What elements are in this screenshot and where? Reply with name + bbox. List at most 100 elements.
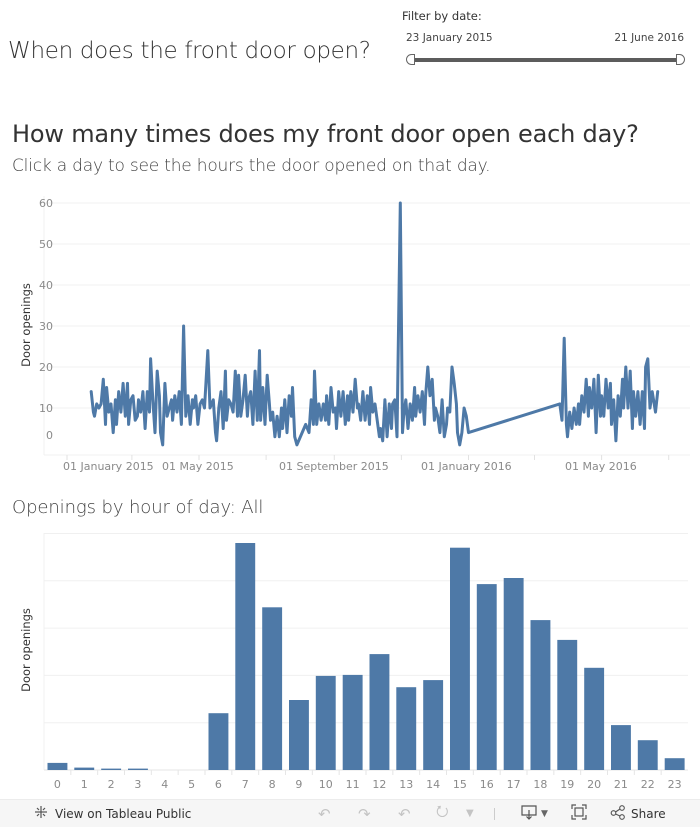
- line-data-point[interactable]: [224, 370, 227, 373]
- line-data-point[interactable]: [359, 419, 362, 422]
- line-data-point[interactable]: [163, 382, 166, 385]
- line-data-point[interactable]: [624, 366, 627, 369]
- line-data-point[interactable]: [344, 423, 347, 426]
- line-data-point[interactable]: [573, 407, 576, 410]
- line-data-point[interactable]: [399, 202, 402, 205]
- line-data-point[interactable]: [127, 423, 130, 426]
- line-data-point[interactable]: [117, 390, 120, 393]
- line-data-point[interactable]: [170, 398, 173, 401]
- line-data-point[interactable]: [342, 390, 345, 393]
- line-data-point[interactable]: [242, 398, 245, 401]
- line-data-point[interactable]: [654, 411, 657, 414]
- line-data-point[interactable]: [438, 431, 441, 434]
- bar-hour-13[interactable]: [396, 687, 417, 770]
- line-data-point[interactable]: [627, 407, 630, 410]
- bar-hour-18[interactable]: [530, 620, 551, 770]
- line-data-point[interactable]: [467, 431, 470, 434]
- line-data-point[interactable]: [434, 407, 437, 410]
- share-button[interactable]: Share: [610, 800, 666, 827]
- line-data-point[interactable]: [619, 415, 622, 418]
- line-data-point[interactable]: [599, 415, 602, 418]
- line-data-point[interactable]: [436, 415, 439, 418]
- line-data-point[interactable]: [239, 415, 242, 418]
- line-data-point[interactable]: [251, 423, 254, 426]
- line-data-point[interactable]: [246, 415, 249, 418]
- bar-hour-3[interactable]: [128, 768, 148, 770]
- line-data-point[interactable]: [368, 423, 371, 426]
- line-data-point[interactable]: [176, 411, 179, 414]
- line-data-point[interactable]: [93, 415, 96, 418]
- line-data-point[interactable]: [100, 402, 103, 405]
- line-data-point[interactable]: [453, 382, 456, 385]
- line-data-point[interactable]: [374, 402, 377, 405]
- line-data-point[interactable]: [339, 415, 342, 418]
- line-data-point[interactable]: [308, 431, 311, 434]
- line-data-point[interactable]: [443, 435, 446, 438]
- bar-hour-14[interactable]: [423, 680, 444, 770]
- daily-openings-line-chart[interactable]: 0 10 20 30 40 50 60 01 January 2015 01 May 2015…: [0, 190, 700, 480]
- line-data-point[interactable]: [247, 398, 250, 401]
- line-data-point[interactable]: [636, 390, 639, 393]
- line-data-point[interactable]: [194, 394, 197, 397]
- line-data-point[interactable]: [575, 423, 578, 426]
- line-data-point[interactable]: [441, 398, 444, 401]
- line-data-point[interactable]: [416, 394, 419, 397]
- line-data-point[interactable]: [278, 435, 281, 438]
- line-data-point[interactable]: [124, 415, 127, 418]
- bar-hour-9[interactable]: [289, 700, 309, 770]
- line-data-point[interactable]: [558, 402, 561, 405]
- bar-hour-12[interactable]: [369, 654, 390, 770]
- line-data-point[interactable]: [261, 386, 264, 389]
- line-data-point[interactable]: [269, 419, 272, 422]
- line-data-point[interactable]: [622, 407, 625, 410]
- bar-hour-15[interactable]: [450, 547, 470, 770]
- line-data-point[interactable]: [448, 411, 451, 414]
- line-data-point[interactable]: [585, 378, 588, 381]
- line-data-point[interactable]: [445, 423, 448, 426]
- line-data-point[interactable]: [232, 411, 235, 414]
- line-data-point[interactable]: [610, 423, 613, 426]
- line-data-point[interactable]: [465, 415, 468, 418]
- line-data-point[interactable]: [390, 427, 393, 430]
- bar-hour-20[interactable]: [584, 667, 605, 770]
- line-data-point[interactable]: [273, 435, 276, 438]
- line-data-point[interactable]: [426, 366, 429, 369]
- line-data-point[interactable]: [104, 423, 107, 426]
- line-data-point[interactable]: [149, 357, 152, 360]
- undo-button[interactable]: ↶: [318, 800, 331, 827]
- slider-start-handle[interactable]: [406, 54, 415, 65]
- line-data-point[interactable]: [203, 407, 206, 410]
- line-data-point[interactable]: [126, 382, 129, 385]
- line-data-point[interactable]: [214, 431, 217, 434]
- line-data-point[interactable]: [600, 394, 603, 397]
- line-data-point[interactable]: [268, 402, 271, 405]
- line-data-point[interactable]: [212, 398, 215, 401]
- refresh-dropdown-button[interactable]: ▼: [466, 800, 474, 827]
- line-data-point[interactable]: [629, 370, 632, 373]
- line-data-point[interactable]: [281, 427, 284, 430]
- line-data-point[interactable]: [632, 390, 635, 393]
- line-data-point[interactable]: [129, 398, 132, 401]
- line-data-point[interactable]: [460, 431, 463, 434]
- line-data-point[interactable]: [136, 415, 139, 418]
- line-data-point[interactable]: [455, 402, 458, 405]
- line-data-point[interactable]: [256, 419, 259, 422]
- line-data-point[interactable]: [259, 419, 262, 422]
- line-data-point[interactable]: [134, 419, 137, 422]
- line-data-point[interactable]: [189, 423, 192, 426]
- line-data-point[interactable]: [402, 415, 405, 418]
- line-data-point[interactable]: [578, 423, 581, 426]
- line-data-point[interactable]: [266, 374, 269, 377]
- line-data-point[interactable]: [621, 378, 624, 381]
- line-data-point[interactable]: [148, 411, 151, 414]
- line-data-point[interactable]: [590, 407, 593, 410]
- line-data-point[interactable]: [605, 378, 608, 381]
- line-data-point[interactable]: [566, 435, 569, 438]
- line-data-point[interactable]: [612, 398, 615, 401]
- bar-chart-bars[interactable]: [47, 543, 685, 770]
- line-data-point[interactable]: [156, 370, 159, 373]
- line-data-point[interactable]: [602, 415, 605, 418]
- line-data-point[interactable]: [597, 374, 600, 377]
- line-data-point[interactable]: [614, 439, 617, 442]
- line-data-point[interactable]: [324, 419, 327, 422]
